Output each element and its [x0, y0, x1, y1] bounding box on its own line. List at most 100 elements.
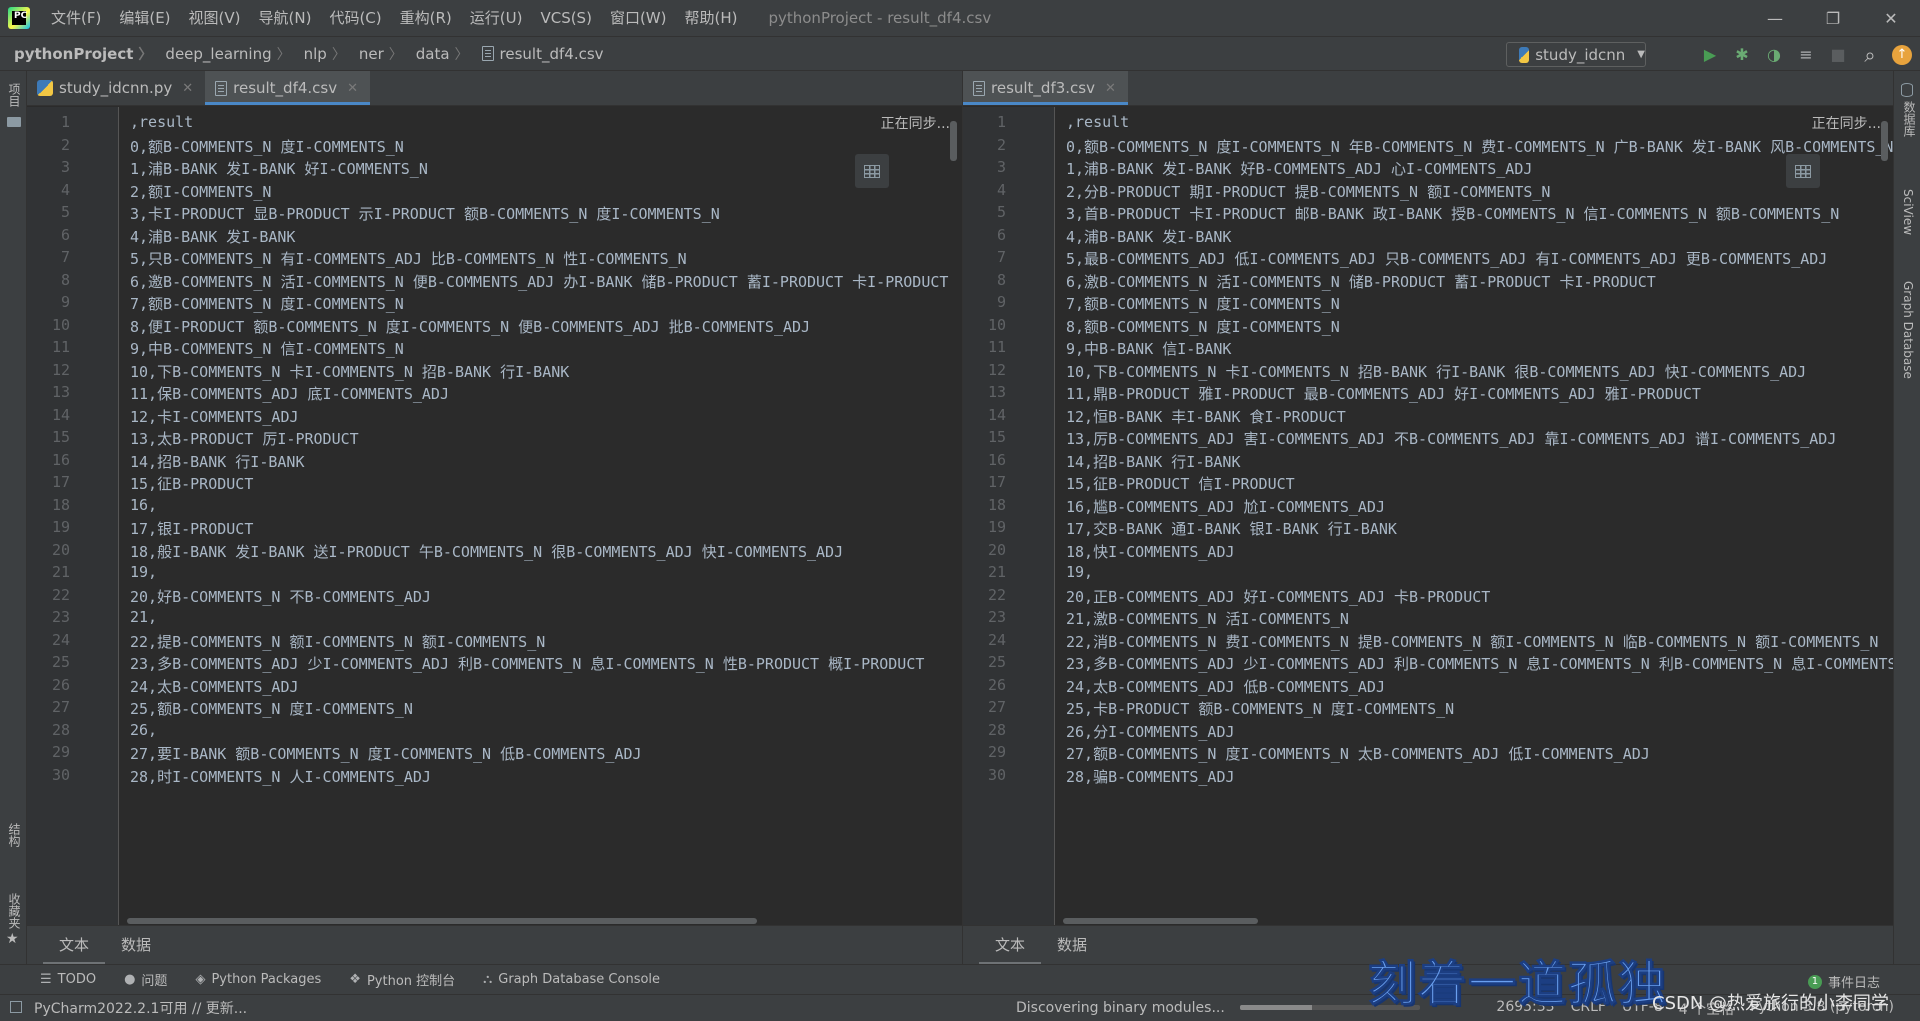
table-icon	[1795, 164, 1811, 178]
python-icon	[1519, 46, 1530, 63]
run-config-label: study_idcnn	[1535, 45, 1626, 64]
minimize-button[interactable]: —	[1746, 0, 1804, 36]
code-line: 18,般I-BANK 发I-BANK 送I-PRODUCT 午B-COMMENT…	[130, 542, 844, 561]
close-icon[interactable]: ✕	[182, 81, 193, 96]
project-tool-label[interactable]: 项目	[6, 83, 23, 107]
code-line: 22,提B-COMMENTS_N 额I-COMMENTS_N 额I-COMMEN…	[130, 632, 546, 651]
line-number: 2	[60, 135, 70, 154]
tool-window-python-[interactable]: ❖ Python 控制台	[349, 970, 455, 989]
menu-item[interactable]: 窗口(W)	[601, 0, 676, 36]
code-line: 1,浦B-BANK 发I-BANK 好I-COMMENTS_N	[130, 160, 428, 178]
tool-window-graph-database-console[interactable]: ⛬ Graph Database Console	[483, 972, 660, 987]
run-icon[interactable]: ▶	[1700, 45, 1720, 65]
table-editor-button[interactable]	[855, 154, 889, 188]
python-packages-icon: ◈	[195, 972, 206, 987]
editor-tab[interactable]: study_idcnn.py ✕	[27, 71, 205, 105]
view-tab[interactable]: 数据	[105, 926, 167, 965]
layout-toggle-icon[interactable]	[10, 1001, 22, 1013]
star-icon[interactable]: ★	[6, 931, 19, 947]
code-line: 11,鼎B-PRODUCT 雅I-PRODUCT 最B-COMMENTS_ADJ…	[1066, 385, 1701, 403]
close-icon[interactable]: ✕	[347, 81, 358, 96]
line-number: 12	[51, 360, 70, 379]
view-tab[interactable]: 数据	[1041, 926, 1103, 965]
background-task-text: Discovering binary modules...	[1016, 1000, 1225, 1016]
close-icon[interactable]: ✕	[1105, 81, 1116, 96]
vertical-scrollbar[interactable]	[1881, 121, 1888, 161]
structure-tool-label[interactable]: 结构	[6, 823, 23, 847]
update-icon[interactable]: ↑	[1892, 44, 1912, 65]
menu-item[interactable]: 视图(V)	[180, 0, 250, 36]
menu-item[interactable]: 导航(N)	[250, 0, 321, 36]
debug-icon[interactable]: ✱	[1732, 45, 1752, 65]
horizontal-scrollbar[interactable]	[1063, 918, 1258, 924]
menu-item[interactable]: 代码(C)	[320, 0, 390, 36]
menu-item[interactable]: 帮助(H)	[675, 0, 746, 36]
line-number: 8	[60, 270, 70, 289]
line-number: 3	[60, 158, 70, 176]
tool-window-label: Python 控制台	[366, 974, 456, 989]
line-number: 4	[996, 180, 1006, 199]
code-line: 18,快I-COMMENTS_ADJ	[1066, 542, 1235, 561]
code-line: 10,下B-COMMENTS_N 卡I-COMMENTS_N 招B-BANK 行…	[1066, 362, 1807, 381]
code-line: 22,消B-COMMENTS_N 费I-COMMENTS_N 提B-COMMEN…	[1066, 632, 1879, 651]
code-area-right[interactable]: ,result 0,额B-COMMENTS_N 度I-COMMENTS_N 年B-…	[1055, 107, 1893, 925]
breadcrumb-label: pythonProject	[14, 44, 134, 63]
tool-window-python-packages[interactable]: ◈ Python Packages	[195, 972, 321, 987]
stop-icon[interactable]: ■	[1828, 45, 1848, 65]
update-notification[interactable]: PyCharm2022.2.1可用 // 更新...	[34, 998, 247, 1018]
breadcrumb-item[interactable]: nlp 〉	[294, 44, 349, 64]
breadcrumb-item[interactable]: deep_learning 〉	[155, 44, 293, 64]
code-area-left[interactable]: ,result 0,额B-COMMENTS_N 度I-COMMENTS_N 1,浦B…	[119, 107, 962, 925]
python-console-icon: ❖	[349, 972, 361, 987]
code-line: 1,浦B-BANK 发I-BANK 好B-COMMENTS_ADJ 心I-COM…	[1066, 160, 1533, 178]
breadcrumb-item[interactable]: result_df4.csv	[472, 45, 607, 63]
profile-icon[interactable]: ≡	[1796, 45, 1816, 65]
menu-item[interactable]: 重构(R)	[391, 0, 461, 36]
line-number: 18	[51, 495, 70, 514]
table-editor-button[interactable]	[1786, 154, 1820, 188]
code-line: 21,	[130, 608, 158, 626]
coverage-icon[interactable]: ◑	[1764, 45, 1784, 65]
tool-window--[interactable]: ● 问题	[124, 970, 167, 989]
code-line: 26,分I-COMMENTS_ADJ	[1066, 722, 1235, 741]
line-number: 29	[987, 743, 1006, 761]
view-tab[interactable]: 文本	[43, 926, 106, 964]
breadcrumb-label: result_df4.csv	[499, 44, 604, 63]
breadcrumb-item[interactable]: pythonProject 〉	[0, 44, 155, 64]
editor-tabs-left: study_idcnn.py ✕ result_df4.csv ✕	[27, 71, 962, 106]
code-line: 8,额B-COMMENTS_N 度I-COMMENTS_N	[1066, 317, 1340, 336]
menu-item[interactable]: 文件(F)	[42, 0, 110, 36]
vertical-scrollbar[interactable]	[950, 121, 957, 161]
breadcrumb-item[interactable]: data 〉	[406, 44, 472, 64]
code-line: 23,多B-COMMENTS_ADJ 少I-COMMENTS_ADJ 利B-CO…	[130, 655, 925, 673]
code-line: 4,浦B-BANK 发I-BANK	[1066, 227, 1232, 246]
code-line: 20,好B-COMMENTS_N 不B-COMMENTS_ADJ	[130, 587, 431, 606]
breadcrumb-item[interactable]: ner 〉	[349, 44, 406, 64]
view-tab[interactable]: 文本	[979, 926, 1042, 964]
search-icon[interactable]: ⌕	[1860, 43, 1880, 67]
line-number: 7	[996, 248, 1006, 266]
tool-window-todo[interactable]: ☰ TODO	[40, 972, 96, 987]
menu-item[interactable]: 编辑(E)	[110, 0, 179, 36]
run-config-dropdown[interactable]: study_idcnn ▼	[1506, 42, 1646, 67]
menu-item[interactable]: VCS(S)	[531, 0, 600, 36]
restore-button[interactable]: ❐	[1804, 0, 1862, 36]
database-tool-label[interactable]: 数据库	[1901, 101, 1918, 137]
menu-item[interactable]: 运行(U)	[461, 0, 532, 36]
line-number: 27	[987, 698, 1006, 716]
close-window-button[interactable]: ✕	[1862, 0, 1920, 36]
code-line: 14,招B-BANK 行I-BANK	[130, 452, 305, 471]
line-number: 13	[987, 383, 1006, 401]
sciview-tool-label[interactable]: SciView	[1901, 189, 1915, 235]
tool-window-label: Graph Database Console	[498, 972, 661, 987]
breadcrumb: pythonProject 〉 deep_learning 〉 nlp 〉 ner 〉 data…	[0, 44, 607, 64]
folder-icon[interactable]	[7, 117, 21, 127]
chevron-right-icon: 〉	[454, 46, 469, 63]
horizontal-scrollbar[interactable]	[127, 918, 757, 924]
database-icon[interactable]	[1901, 83, 1913, 97]
editor-tab[interactable]: result_df4.csv ✕	[205, 71, 371, 105]
chevron-down-icon: ▼	[1637, 49, 1645, 60]
favorites-tool-label[interactable]: 收藏夹	[6, 893, 23, 929]
graph-database-tool-label[interactable]: Graph Database	[1901, 281, 1915, 379]
editor-tab[interactable]: result_df3.csv ✕	[963, 71, 1128, 105]
